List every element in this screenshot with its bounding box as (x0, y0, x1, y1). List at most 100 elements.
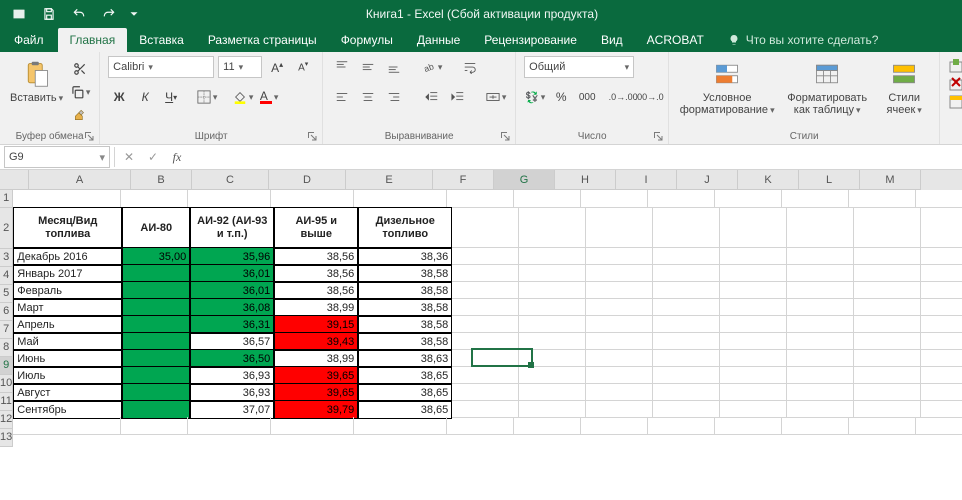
cut-button[interactable] (69, 58, 91, 80)
increase-decimal-button[interactable]: .0→.00 (612, 86, 634, 108)
cell[interactable] (854, 400, 921, 418)
cell[interactable] (921, 383, 962, 401)
cell[interactable] (519, 366, 586, 384)
cell[interactable] (854, 366, 921, 384)
increase-indent-button[interactable] (447, 86, 469, 108)
cell[interactable] (648, 190, 715, 208)
italic-button[interactable]: К (134, 86, 156, 108)
cell[interactable] (354, 417, 447, 435)
cell[interactable] (787, 349, 854, 367)
cell[interactable] (720, 400, 787, 418)
accounting-format-button[interactable]: 💱 (524, 86, 546, 108)
cell[interactable] (452, 207, 519, 248)
cell[interactable] (921, 315, 962, 333)
underline-button[interactable]: Ч▾ (160, 86, 182, 108)
cell[interactable] (854, 332, 921, 350)
cell[interactable] (653, 332, 720, 350)
cell[interactable] (519, 400, 586, 418)
cell[interactable] (271, 190, 354, 208)
row-header[interactable]: 7 (0, 321, 13, 339)
paste-button[interactable]: Вставить (8, 56, 65, 124)
tab-formulas[interactable]: Формулы (329, 28, 405, 52)
format-cells-button[interactable]: Формат (948, 94, 962, 110)
cell[interactable] (514, 417, 581, 435)
name-box[interactable]: G9 ▾ (4, 146, 110, 168)
tab-home[interactable]: Главная (58, 28, 128, 52)
cell[interactable] (921, 207, 962, 248)
cell[interactable] (854, 281, 921, 299)
comma-format-button[interactable]: 000 (576, 86, 598, 108)
cell[interactable] (452, 349, 519, 367)
cell[interactable] (720, 207, 787, 248)
row-header[interactable]: 10 (0, 375, 13, 393)
cell[interactable] (514, 190, 581, 208)
bold-button[interactable]: Ж (108, 86, 130, 108)
column-header[interactable]: M (860, 170, 921, 190)
cell[interactable] (720, 315, 787, 333)
cell[interactable] (854, 298, 921, 316)
cell[interactable] (586, 298, 653, 316)
cell[interactable] (782, 190, 849, 208)
cell[interactable] (715, 190, 782, 208)
cell[interactable] (121, 190, 188, 208)
decrease-decimal-button[interactable]: .00→.0 (638, 86, 660, 108)
row-header[interactable]: 12 (0, 411, 13, 429)
cell[interactable] (452, 366, 519, 384)
cell[interactable] (849, 417, 916, 435)
column-header[interactable]: I (616, 170, 677, 190)
cell[interactable] (787, 264, 854, 282)
cell[interactable] (720, 281, 787, 299)
cell[interactable] (581, 417, 648, 435)
column-header[interactable]: F (433, 170, 494, 190)
cell[interactable] (13, 417, 121, 435)
row-header[interactable]: 11 (0, 393, 13, 411)
column-header[interactable]: D (269, 170, 346, 190)
align-top-button[interactable] (331, 56, 353, 78)
cell-styles-button[interactable]: Стили ячеек (877, 56, 931, 124)
formula-input[interactable] (189, 147, 962, 167)
cell[interactable] (854, 383, 921, 401)
percent-format-button[interactable]: % (550, 86, 572, 108)
dialog-launcher-icon[interactable] (83, 130, 95, 142)
cell[interactable] (653, 383, 720, 401)
cell[interactable] (720, 383, 787, 401)
cell[interactable] (586, 383, 653, 401)
decrease-font-button[interactable]: A▾ (292, 56, 314, 78)
cell[interactable] (452, 298, 519, 316)
dialog-launcher-icon[interactable] (652, 130, 664, 142)
number-format-combo[interactable]: Общий ▾ (524, 56, 634, 78)
cell[interactable] (787, 298, 854, 316)
cell[interactable] (921, 332, 962, 350)
cell[interactable] (921, 366, 962, 384)
decrease-indent-button[interactable] (421, 86, 443, 108)
dialog-launcher-icon[interactable] (499, 130, 511, 142)
cell[interactable] (188, 190, 271, 208)
cell[interactable] (519, 349, 586, 367)
cell[interactable] (921, 400, 962, 418)
row-header[interactable]: 3 (0, 249, 13, 267)
cell[interactable] (452, 281, 519, 299)
cell[interactable] (121, 417, 188, 435)
cell[interactable] (519, 298, 586, 316)
font-color-button[interactable]: A (258, 86, 280, 108)
cell[interactable] (854, 207, 921, 248)
tab-page-layout[interactable]: Разметка страницы (196, 28, 329, 52)
cell[interactable] (849, 190, 916, 208)
tell-me-search[interactable]: Что вы хотите сделать? (716, 28, 891, 52)
insert-cells-button[interactable]: Вставить (948, 58, 962, 74)
cell[interactable] (519, 315, 586, 333)
cell[interactable] (452, 400, 519, 418)
cell[interactable]: Месяц/Вид топлива (13, 207, 122, 249)
cell[interactable] (586, 400, 653, 418)
row-header[interactable]: 9 (0, 357, 13, 375)
cell[interactable] (854, 315, 921, 333)
cell[interactable] (715, 417, 782, 435)
cell[interactable] (787, 281, 854, 299)
cell[interactable] (720, 247, 787, 265)
cell[interactable] (354, 190, 447, 208)
tab-acrobat[interactable]: ACROBAT (635, 28, 716, 52)
dialog-launcher-icon[interactable] (306, 130, 318, 142)
cell[interactable] (13, 190, 121, 208)
cell[interactable] (787, 400, 854, 418)
cell[interactable] (452, 264, 519, 282)
